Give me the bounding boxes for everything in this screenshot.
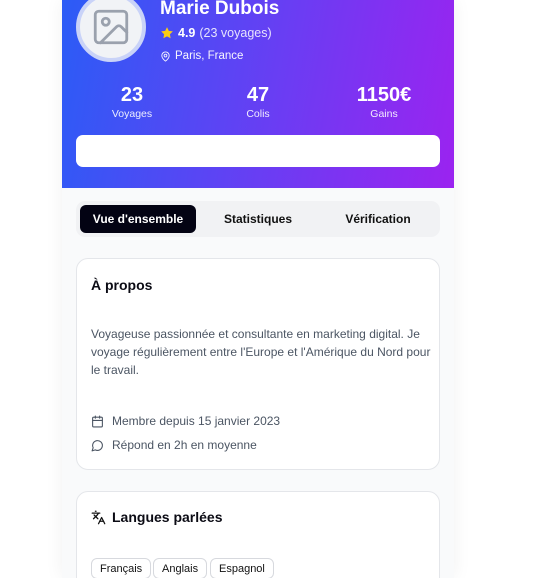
star-icon xyxy=(161,27,173,39)
tab-statistics[interactable]: Statistiques xyxy=(200,205,316,233)
rating-count: (23 voyages) xyxy=(199,26,272,40)
language-chip: Français xyxy=(91,558,152,578)
stat-voyages: 23 Voyages xyxy=(82,83,182,120)
response-time-text: Répond en 2h en moyenne xyxy=(112,438,257,452)
tab-bar: Vue d'ensemble Statistiques Vérification xyxy=(76,201,440,237)
rating: 4.9 (23 voyages) xyxy=(160,26,272,40)
languages-card: Langues parlées Français Anglais Espagno… xyxy=(76,491,440,578)
stat-label: Gains xyxy=(370,108,398,120)
stat-gains: 1150€ Gains xyxy=(334,83,434,120)
stat-value: 23 xyxy=(120,84,144,106)
location-text: Paris, France xyxy=(175,50,244,62)
member-since: Membre depuis 15 janvier 2023 xyxy=(91,414,280,428)
response-time: Répond en 2h en moyenne xyxy=(91,438,257,452)
stat-value: 47 xyxy=(246,84,270,106)
stat-colis: 47 Colis xyxy=(208,83,308,120)
tab-verification[interactable]: Vérification xyxy=(320,205,436,233)
stat-label: Voyages xyxy=(111,108,153,120)
about-title: À propos xyxy=(91,277,153,293)
profile-screen: Marie Dubois 4.9 (23 voyages) Paris, Fra… xyxy=(62,0,454,578)
action-button[interactable] xyxy=(76,135,440,167)
message-circle-icon xyxy=(91,439,103,451)
languages-title: Langues parlées xyxy=(91,509,223,525)
language-chip: Espagnol xyxy=(210,558,274,578)
image-placeholder-icon xyxy=(93,9,129,45)
avatar[interactable] xyxy=(76,0,146,62)
stat-value: 1150€ xyxy=(356,84,412,106)
tab-overview[interactable]: Vue d'ensemble xyxy=(80,205,196,233)
member-since-text: Membre depuis 15 janvier 2023 xyxy=(112,414,281,428)
rating-score: 4.9 xyxy=(178,26,196,40)
languages-title-text: Langues parlées xyxy=(112,509,223,525)
calendar-icon xyxy=(92,415,103,427)
profile-header: Marie Dubois 4.9 (23 voyages) Paris, Fra… xyxy=(62,0,454,188)
map-pin-icon xyxy=(161,50,170,62)
stat-label: Colis xyxy=(246,108,270,120)
about-card: À propos Voyageuse passionnée et consult… xyxy=(76,258,440,470)
languages-icon xyxy=(91,510,106,524)
location: Paris, France xyxy=(160,50,243,62)
profile-name: Marie Dubois xyxy=(160,0,280,19)
language-chip: Anglais xyxy=(153,558,208,578)
about-description: Voyageuse passionnée et consultante en m… xyxy=(91,327,431,377)
